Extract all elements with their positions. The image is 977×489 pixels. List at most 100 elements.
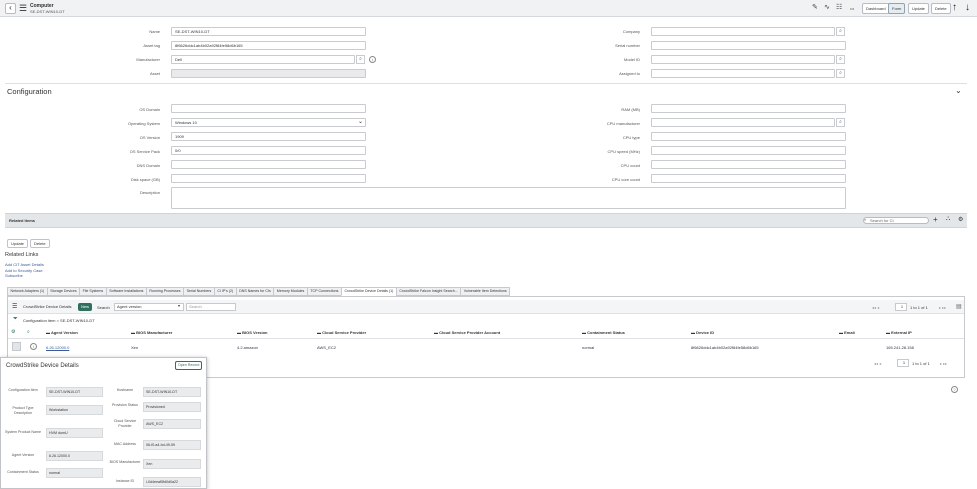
page-input[interactable]: 1 <box>897 359 909 367</box>
update-button[interactable]: Update <box>908 3 929 14</box>
row-info-icon[interactable]: i <box>30 343 37 350</box>
popup-label-mac-address: MAC Address <box>114 442 136 446</box>
arrow-up-icon[interactable]: ↑ <box>952 2 957 14</box>
pagination-next-last-icon[interactable]: ▸ ▸▸ <box>940 361 947 366</box>
field-label-dns-domain: DNS Domain <box>136 163 160 168</box>
tab-storage-devices[interactable]: Storage Devices <box>46 287 80 296</box>
column-external-ip[interactable]: ▬ External IP <box>886 330 912 335</box>
os-version-field[interactable]: 1909 <box>171 132 366 141</box>
context-menu-icon[interactable]: ▤ <box>956 303 962 310</box>
chevron-down-icon[interactable]: ⌄ <box>955 86 962 95</box>
os-service-pack-field[interactable]: 0/0 <box>171 146 366 155</box>
arrow-down-icon[interactable]: ↓ <box>965 2 970 14</box>
manufacturer-field[interactable]: Dell <box>171 55 355 64</box>
column-bios-version[interactable]: ▬ BIOS Version <box>237 330 267 335</box>
dashboard-button[interactable]: Dashboard <box>862 3 890 14</box>
operating-system-select[interactable]: Windows 10 <box>171 118 366 127</box>
cpu-speed-field[interactable] <box>651 146 846 155</box>
dns-domain-field[interactable] <box>171 160 366 169</box>
pagination-first-prev-icon[interactable]: ◂◂ ◂ <box>872 305 879 310</box>
field-label-disk-space: Disk space (GB) <box>130 177 160 182</box>
menu-icon[interactable]: ☰ <box>19 4 27 13</box>
gear-icon[interactable]: ⚙ <box>11 329 15 335</box>
list-search-input[interactable]: Search <box>186 303 236 311</box>
column-agent-version[interactable]: ▬ Agent Version <box>46 330 78 335</box>
tab-crowdstrike-falcon-insight[interactable]: CrowdStrike Falcon Insight Search... <box>395 287 461 296</box>
update-button[interactable]: Update <box>7 239 28 248</box>
hierarchy-icon[interactable]: ⛬ <box>946 216 950 223</box>
search-field-select[interactable]: Agent version <box>114 303 184 311</box>
tab-tcp-connections[interactable]: TCP Connections <box>306 287 341 296</box>
popup-label-provision-status: Provision Status <box>112 403 138 407</box>
pagination-first-prev-icon[interactable]: ◂◂ ◂ <box>874 361 881 366</box>
tab-network-adapters[interactable]: Network Adapters (1) <box>7 287 47 296</box>
manufacturer-info-icon[interactable]: i <box>369 56 376 63</box>
column-cloud-service-provider[interactable]: ▬ Cloud Service Provider <box>317 330 366 335</box>
ram-field[interactable] <box>651 104 846 113</box>
more-icon[interactable]: ••• <box>850 6 854 11</box>
filter-breadcrumb[interactable]: Configuration item = SE-DST-WIN10-DT <box>23 318 95 323</box>
page-input[interactable]: 1 <box>895 303 907 311</box>
settings-sliders-icon[interactable]: ☷ <box>836 4 842 12</box>
popup-label-system-product-name: System Product Name <box>5 430 41 434</box>
tab-file-systems[interactable]: File Systems <box>79 287 106 296</box>
tab-ci-ips[interactable]: CI IP's (2) <box>213 287 236 296</box>
add-icon[interactable]: + <box>933 215 938 224</box>
cpu-count-field[interactable] <box>651 160 846 169</box>
pagination-next-last-icon[interactable]: ▸ ▸▸ <box>939 305 946 310</box>
popup-label-hostname: Hostname <box>116 388 134 392</box>
related-items-search-input[interactable]: Search for CI <box>863 217 929 224</box>
cell-agent-version[interactable]: 6.26.12000.0 <box>46 345 69 350</box>
link-subscribe[interactable]: Subscribe <box>5 273 23 278</box>
delete-button[interactable]: Delete <box>30 239 50 248</box>
popup-value-bios-manufacturer: Xen <box>143 459 201 469</box>
back-button[interactable]: ‹ <box>5 3 16 14</box>
paperclip-icon[interactable]: ✎ <box>812 4 818 12</box>
activity-icon[interactable]: ∿ <box>824 4 830 12</box>
tab-vulnerable-item-detections[interactable]: Vulnerable Item Detections <box>460 287 511 296</box>
search-icon[interactable]: ⌕ <box>27 329 30 335</box>
column-device-id[interactable]: ▬ Device ID <box>691 330 714 335</box>
filter-icon[interactable]: ⏷ <box>13 316 18 323</box>
search-label: Search <box>97 305 110 310</box>
open-record-button[interactable]: Open Record <box>175 361 203 370</box>
serial-number-field[interactable] <box>651 41 846 50</box>
related-items-title: Related Items <box>9 218 36 223</box>
help-icon[interactable]: ? <box>951 386 958 393</box>
gear-icon[interactable]: ⚙ <box>958 216 963 223</box>
list-menu-icon[interactable]: ☰ <box>12 303 17 310</box>
tab-memory-modules[interactable]: Memory Modules <box>273 287 307 296</box>
popup-value-mac-address: 06-f0-a4-bd-49-59 <box>143 440 201 450</box>
disk-space-field[interactable] <box>171 174 366 183</box>
tab-crowdstrike-device-details[interactable]: CrowdStrike Device Details (1) <box>340 287 396 296</box>
name-field[interactable]: SE-DST-WIN10-DT <box>171 27 366 36</box>
tab-running-processes[interactable]: Running Processes <box>145 287 184 296</box>
cpu-type-field[interactable] <box>651 132 846 141</box>
column-containment-status[interactable]: ▬ Containment Status <box>582 330 625 335</box>
field-label-asset: Asset <box>149 71 160 76</box>
column-bios-manufacturer[interactable]: ▬ BIOS Manufacturer <box>131 330 172 335</box>
assigned-to-lookup-search-icon[interactable]: ⌕ <box>836 69 845 78</box>
model-id-lookup-search-icon[interactable]: ⌕ <box>836 55 845 64</box>
tab-serial-numbers[interactable]: Serial Numbers <box>183 287 214 296</box>
tab-software-installations[interactable]: Software Installations <box>105 287 146 296</box>
column-email[interactable]: ▬ Email <box>839 330 855 335</box>
form-button[interactable]: Form <box>888 3 906 14</box>
manufacturer-lookup-search-icon[interactable]: ⌕ <box>356 55 365 64</box>
description-textarea[interactable] <box>171 187 846 209</box>
row-checkbox[interactable] <box>12 342 21 351</box>
asset-tag-field[interactable]: 8f6626ddc1ab4b02a92f84fe58d6b165 <box>171 41 366 50</box>
company-lookup-search-icon[interactable]: ⌕ <box>836 27 845 36</box>
model-id-field[interactable] <box>651 55 835 64</box>
cpu-manufacturer-field[interactable] <box>651 118 835 127</box>
column-cloud-service-provider-account[interactable]: ▬ Cloud Service Provider Account <box>434 330 500 335</box>
company-field[interactable] <box>651 27 835 36</box>
delete-button[interactable]: Delete <box>931 3 951 14</box>
cpu-core-count-field[interactable] <box>651 174 846 183</box>
assigned-to-field[interactable] <box>651 69 835 78</box>
tab-dns-names[interactable]: DNS Names for CIs <box>235 287 274 296</box>
link-add-cit-asset-details[interactable]: Add CIT Asset Details <box>5 262 44 267</box>
new-button[interactable]: New <box>78 303 93 311</box>
cpu-manufacturer-lookup-search-icon[interactable]: ⌕ <box>836 118 845 127</box>
os-domain-field[interactable] <box>171 104 366 113</box>
